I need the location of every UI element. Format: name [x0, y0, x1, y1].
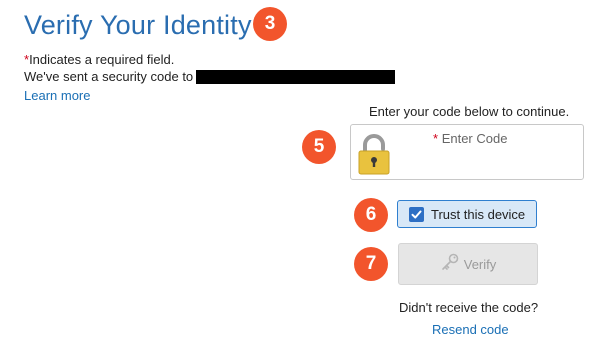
security-code-input[interactable]: * Enter Code: [350, 124, 584, 180]
resend-code-link[interactable]: Resend code: [432, 322, 509, 337]
redacted-contact: [196, 69, 396, 84]
code-field-label-text: Enter Code: [441, 131, 508, 146]
trust-device-label: Trust this device: [431, 206, 526, 222]
checkbox-checked-icon[interactable]: [409, 206, 424, 222]
trust-device-checkbox[interactable]: Trust this device: [397, 200, 537, 228]
step-badge-3: 3: [253, 7, 287, 41]
verify-button-label: Verify: [463, 256, 497, 272]
page-title: Verify Your Identity: [24, 10, 252, 40]
verify-button[interactable]: Verify: [398, 243, 538, 285]
padlock-icon: [357, 133, 391, 175]
step-badge-5: 5: [302, 130, 336, 164]
step-badge-7: 7: [354, 247, 388, 281]
required-star: *: [433, 131, 439, 146]
code-sent-message: We've sent a security code to: [24, 69, 396, 84]
step-badge-6: 6: [354, 198, 388, 232]
learn-more-link[interactable]: Learn more: [24, 88, 90, 103]
required-note-text: Indicates a required field.: [29, 52, 175, 67]
resend-prompt: Didn't receive the code?: [399, 300, 539, 315]
required-field-note: *Indicates a required field.: [24, 52, 174, 67]
key-icon: [440, 252, 460, 277]
code-field-label: * Enter Code: [433, 131, 507, 146]
code-instruction: Enter your code below to continue.: [369, 104, 570, 119]
code-sent-text: We've sent a security code to: [24, 69, 194, 84]
